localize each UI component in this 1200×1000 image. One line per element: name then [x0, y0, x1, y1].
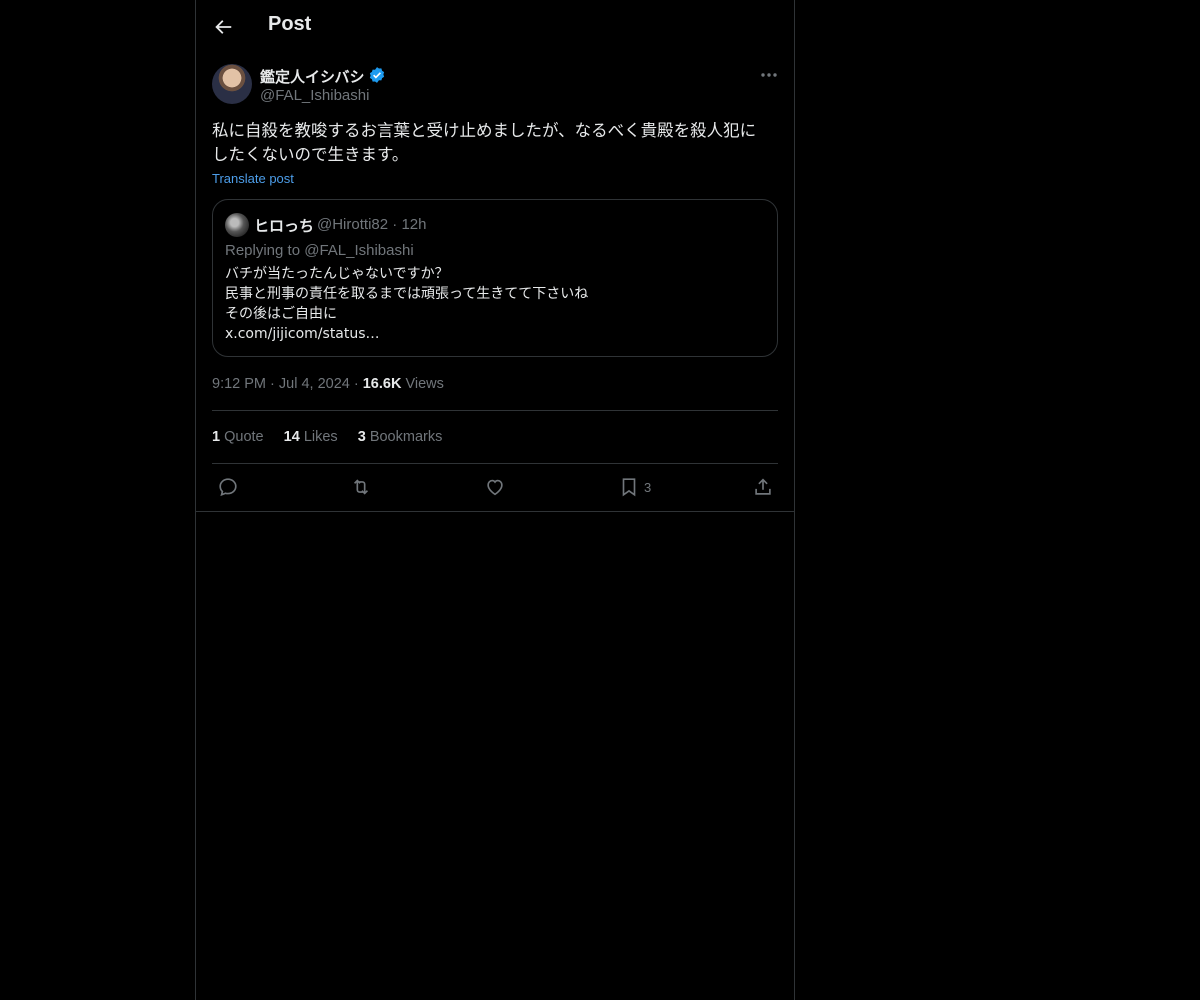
heart-icon [487, 479, 503, 496]
separator-dot: · [353, 376, 363, 392]
share-button[interactable] [752, 476, 774, 498]
quoted-post-card[interactable]: ヒロっち @Hirotti82 · 12h Replying to @FAL_I… [212, 199, 778, 357]
quoted-post-text: バチが当たったんじゃないですか？ 民事と刑事の責任を取るまでは頑張って生きてて下… [225, 264, 765, 344]
translate-post-link[interactable]: Translate post [212, 171, 294, 186]
views-count: 16.6K [362, 376, 402, 392]
engagement-stats: 1 Quote 14 Likes 3 Bookmarks [212, 429, 458, 445]
quoted-text-line: 民事と刑事の責任を取るまでは頑張って生きてて下さいね [225, 286, 589, 302]
page-title: Post [268, 13, 312, 35]
action-bar: 3 [196, 474, 794, 502]
stat-count: 3 [357, 429, 366, 445]
post-text-line: 私に自殺を教唆するお言葉と受け止めましたが、なるべく貴殿を殺人犯に [212, 121, 757, 140]
stat-label: Bookmarks [369, 429, 443, 445]
retweet-icon [353, 479, 369, 495]
post-time[interactable]: 9:12 PM [212, 376, 266, 392]
author-display-name[interactable]: 鑑定人イシバシ [260, 66, 365, 87]
replying-to-label: Replying to @FAL_Ishibashi [225, 242, 414, 259]
likes-stat[interactable]: 14 Likes [284, 429, 338, 445]
stat-count: 14 [283, 429, 300, 445]
bookmark-button[interactable]: 3 [618, 476, 651, 498]
quoted-text-line: x.com/jijicom/status… [225, 326, 380, 342]
quoted-text-line: バチが当たったんじゃないですか？ [225, 266, 449, 282]
more-options-icon[interactable] [758, 66, 780, 84]
bookmark-icon [622, 478, 636, 497]
quoted-author-handle: @Hirotti82 [317, 216, 389, 233]
post-date[interactable]: Jul 4, 2024 [279, 376, 350, 392]
quotes-stat[interactable]: 1 Quote [212, 429, 264, 445]
back-arrow-icon[interactable] [212, 16, 234, 38]
quoted-author-name: ヒロっち [254, 217, 315, 235]
verified-badge-icon[interactable] [368, 66, 386, 84]
author-handle[interactable]: @FAL_Ishibashi [260, 87, 369, 104]
post-column: Post 鑑定人イシバシ @FAL_Ishibashi 私に自殺を教唆するお言葉… [195, 0, 795, 1000]
post-text-line: したくないので生きます。 [212, 145, 409, 164]
like-button[interactable] [484, 476, 506, 498]
bookmark-count: 3 [644, 479, 652, 495]
repost-button[interactable] [350, 476, 372, 498]
author-avatar[interactable] [212, 64, 252, 104]
stat-label: Likes [303, 429, 338, 445]
divider [196, 511, 794, 512]
quoted-author-meta: @Hirotti82 · 12h [317, 216, 426, 233]
separator-dot: · [270, 376, 279, 392]
bookmarks-stat[interactable]: 3 Bookmarks [358, 429, 443, 445]
quoted-post-age: 12h [401, 216, 427, 233]
stat-count: 1 [212, 429, 221, 445]
quoted-text-line: その後はご自由に [225, 306, 337, 322]
stat-label: Quote [224, 429, 264, 445]
divider [212, 410, 778, 411]
divider [212, 463, 778, 464]
views-label: Views [405, 376, 444, 392]
reply-icon [219, 478, 237, 497]
post-timestamp: 9:12 PM · Jul 4, 2024 · 16.6K Views [212, 376, 444, 392]
post-text: 私に自殺を教唆するお言葉と受け止めましたが、なるべく貴殿を殺人犯に したくないの… [212, 119, 778, 167]
post-header: Post [196, 0, 794, 54]
reply-button[interactable] [217, 476, 239, 498]
share-icon [755, 478, 771, 495]
quoted-author-avatar [225, 213, 249, 237]
